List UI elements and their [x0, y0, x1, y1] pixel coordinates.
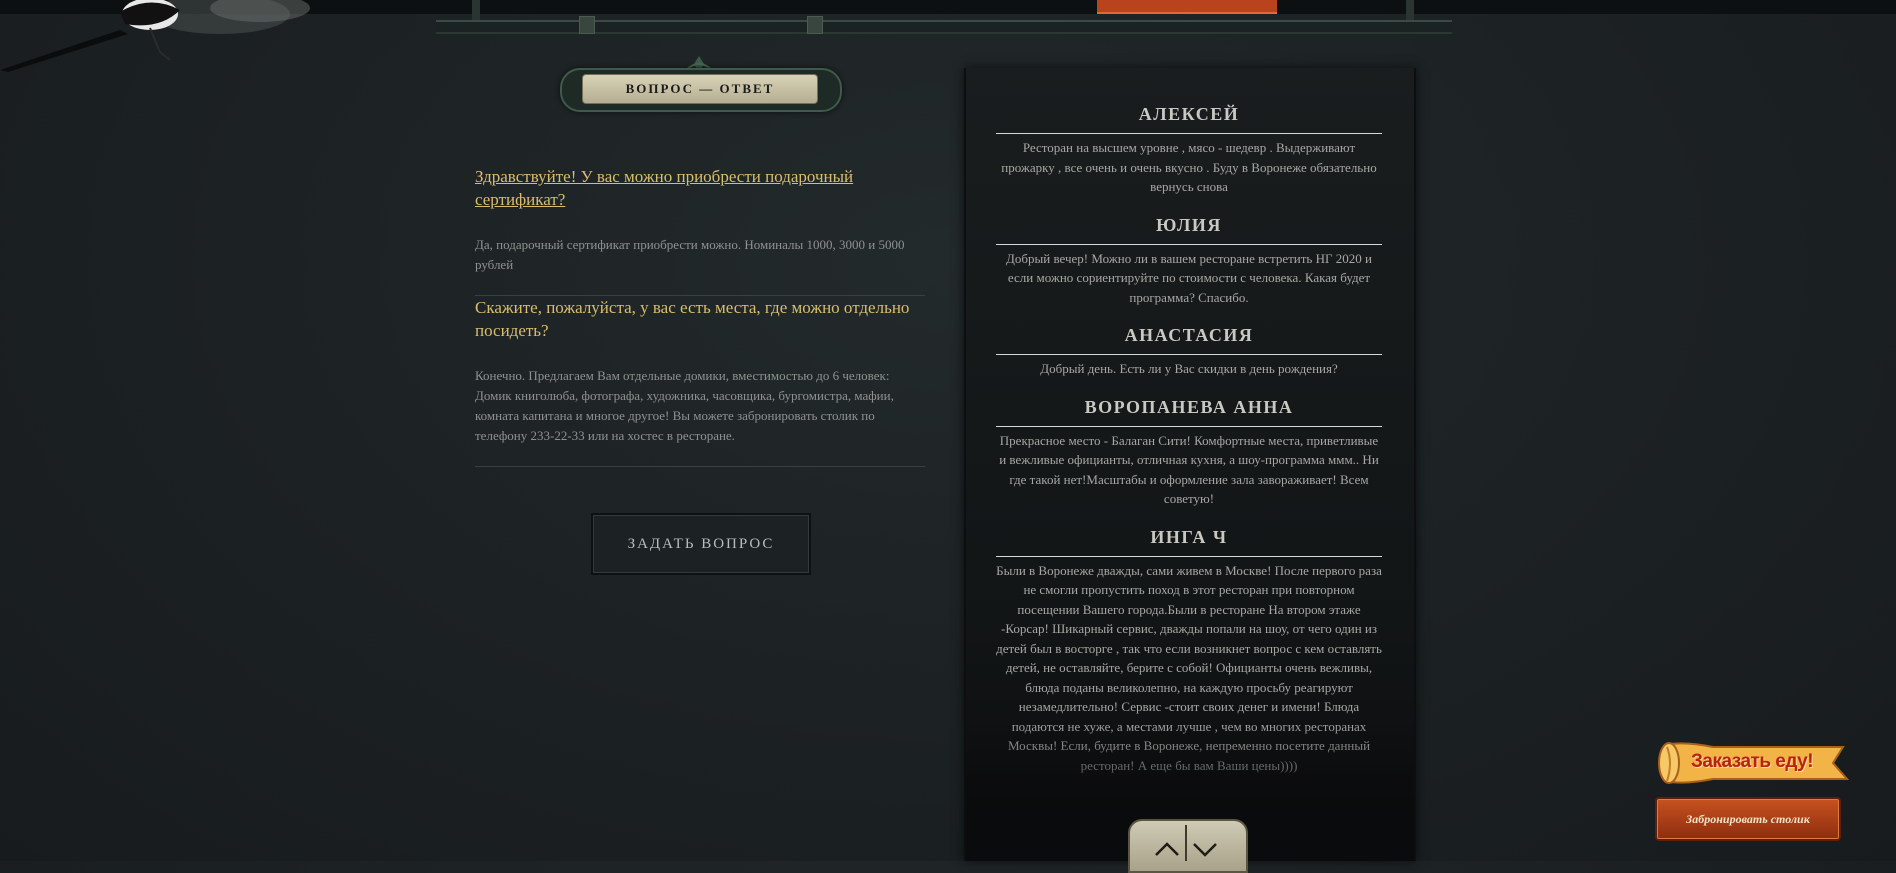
qa-item: Здравствуйте! У вас можно приобрести под… [475, 165, 925, 295]
review-divider [996, 555, 1382, 557]
review-author: АНАСТАСИЯ [1124, 325, 1254, 345]
scroll-divider [1185, 825, 1187, 861]
qa-answer: Конечно. Предлагаем Вам отдельные домики… [475, 368, 894, 443]
qa-question: Скажите, пожалуйста, у вас есть места, г… [475, 298, 910, 340]
reviews-scroll-controls [1110, 819, 1262, 873]
qa-question-link[interactable]: Здравствуйте! У вас можно приобрести под… [475, 165, 925, 211]
review-item: ВОРОПАНЕВА АННА Прекрасное место - Балаг… [996, 397, 1382, 509]
review-item: ЮЛИЯ Добрый вечер! Можно ли в вашем рест… [996, 215, 1382, 308]
review-divider [996, 243, 1382, 245]
review-author: ИНГА Ч [1150, 526, 1228, 547]
scroll-controls-frame [1128, 819, 1248, 873]
qa-badge-label: ВОПРОС — ОТВЕТ [582, 74, 818, 104]
ask-question-button[interactable]: ЗАДАТЬ ВОПРОС [591, 513, 811, 575]
magpie-decoration [0, 0, 310, 72]
rail-knob-right [807, 16, 823, 34]
qa-item: Скажите, пожалуйста, у вас есть места, г… [475, 296, 925, 466]
qa-divider [475, 466, 925, 467]
review-author: АЛЕКСЕЙ [1138, 104, 1240, 124]
review-item: АЛЕКСЕЙ Ресторан на высшем уровне , мясо… [996, 104, 1382, 197]
top-nav-tab[interactable] [1097, 0, 1277, 14]
review-divider [996, 425, 1382, 427]
review-text: Добрый день. Есть ли у Вас скидки в день… [1040, 361, 1338, 376]
book-table-button[interactable]: Забронировать столик [1655, 797, 1841, 841]
order-food-link[interactable]: Заказать еду! [1691, 751, 1814, 773]
rail-post-left [472, 0, 480, 22]
review-item: АНАСТАСИЯ Добрый день. Есть ли у Вас ски… [996, 325, 1382, 379]
review-text: Добрый вечер! Можно ли в вашем ресторане… [1006, 250, 1372, 305]
chevron-up-icon[interactable] [1152, 837, 1182, 861]
qa-answer: Да, подарочный сертификат приобрести мож… [475, 237, 905, 272]
review-text: Ресторан на высшем уровне , мясо - шедев… [1001, 140, 1377, 194]
qa-badge: ВОПРОС — ОТВЕТ [560, 56, 842, 120]
review-author: ЮЛИЯ [1156, 214, 1222, 235]
chevron-down-icon[interactable] [1190, 837, 1220, 861]
reviews-list: АЛЕКСЕЙ Ресторан на высшем уровне , мясо… [996, 104, 1382, 793]
review-author: ВОРОПАНЕВА АННА [1084, 396, 1294, 417]
review-divider [996, 354, 1382, 355]
rail-knob-left [579, 16, 595, 34]
qa-list: Здравствуйте! У вас можно приобрести под… [475, 165, 925, 467]
review-divider [996, 133, 1382, 134]
review-text: Прекрасное место - Балаган Сити! Комфорт… [999, 432, 1379, 507]
reviews-panel[interactable]: АЛЕКСЕЙ Ресторан на высшем уровне , мясо… [964, 68, 1416, 861]
rail-post-right [1406, 0, 1414, 22]
